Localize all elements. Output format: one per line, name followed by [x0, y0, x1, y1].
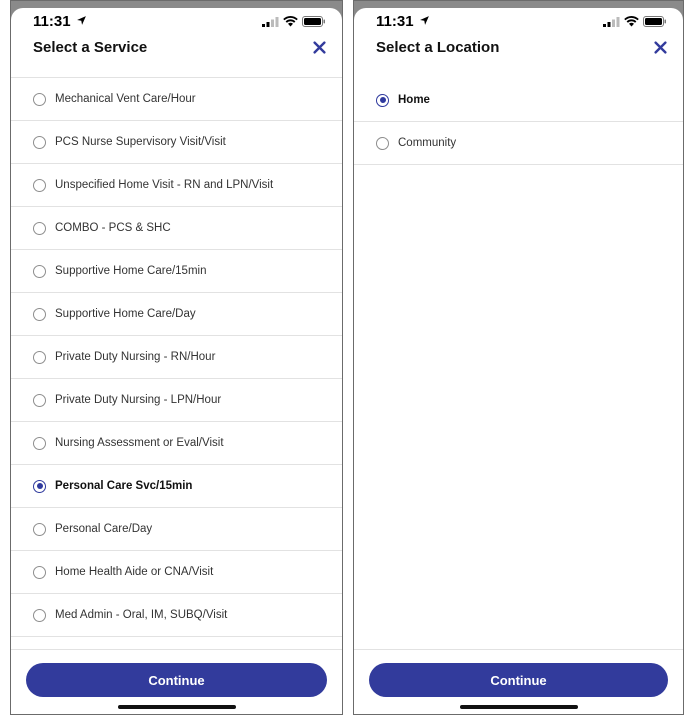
status-icons [603, 16, 667, 27]
service-option-label: Unspecified Home Visit - RN and LPN/Visi… [55, 179, 274, 191]
home-indicator [117, 705, 236, 709]
status-time: 11:31 [376, 13, 414, 30]
radio-icon[interactable] [376, 136, 389, 150]
radio-icon[interactable] [33, 565, 46, 579]
service-option-label: Med Admin - Oral, IM, SUBQ/Visit [55, 609, 228, 621]
service-option-label: Home Health Aide or CNA/Visit [55, 566, 214, 578]
service-option[interactable]: Med Admin - Oral, IM, SUBQ/Visit [11, 594, 342, 637]
wifi-icon [624, 16, 639, 27]
radio-icon[interactable] [33, 135, 46, 149]
service-option[interactable]: Personal Care/Day [11, 508, 342, 551]
status-icons [262, 16, 326, 27]
close-button[interactable] [308, 36, 330, 58]
close-icon [653, 40, 667, 54]
radio-icon[interactable] [33, 221, 46, 235]
radio-selected-icon[interactable] [33, 479, 46, 493]
service-option[interactable]: Unspecified Home Visit - RN and LPN/Visi… [11, 164, 342, 207]
service-option-label: Mechanical Vent Care/Hour [55, 93, 196, 105]
wifi-icon [283, 16, 298, 27]
radio-icon[interactable] [33, 608, 46, 622]
radio-icon[interactable] [33, 522, 46, 536]
close-icon [312, 40, 326, 54]
location-list: Home Community [354, 79, 683, 165]
service-list: Mechanical Vent Care/Hour PCS Nurse Super… [11, 66, 342, 637]
radio-icon[interactable] [33, 92, 46, 106]
service-option[interactable]: Supportive Home Care/Day [11, 293, 342, 336]
location-option[interactable]: Home [354, 79, 683, 122]
close-button[interactable] [649, 36, 671, 58]
service-option[interactable]: Home Health Aide or CNA/Visit [11, 551, 342, 594]
radio-icon[interactable] [33, 264, 46, 278]
battery-icon [302, 16, 325, 27]
radio-icon[interactable] [33, 178, 46, 192]
sheet-header: Select a Location [354, 30, 683, 66]
service-option[interactable]: Personal Care Svc/15min [11, 465, 342, 508]
battery-icon [643, 16, 666, 27]
radio-icon[interactable] [33, 436, 46, 450]
continue-button[interactable]: Continue [26, 663, 327, 697]
service-option-label: Personal Care Svc/15min [55, 480, 193, 492]
page-title: Select a Location [376, 39, 500, 56]
location-picker-screen: 11:31 Select a Location Home Community Co… [353, 0, 684, 715]
list-item-partial [11, 66, 342, 78]
radio-icon[interactable] [33, 350, 46, 364]
service-option[interactable]: Nursing Assessment or Eval/Visit [11, 422, 342, 465]
service-option-label: Supportive Home Care/Day [55, 308, 196, 320]
service-sheet: 11:31 Select a Service Mechanical Vent C… [11, 8, 342, 714]
sheet-header: Select a Service [11, 30, 342, 66]
service-picker-screen: 11:31 Select a Service Mechanical Vent C… [10, 0, 343, 715]
location-arrow-icon [77, 16, 86, 25]
location-option-label: Community [398, 137, 457, 149]
location-arrow-icon [420, 16, 429, 25]
status-bar: 11:31 [354, 8, 683, 30]
service-option-label: PCS Nurse Supervisory Visit/Visit [55, 136, 226, 148]
location-option-label: Home [398, 94, 430, 106]
service-option[interactable]: Supportive Home Care/15min [11, 250, 342, 293]
service-option[interactable]: Private Duty Nursing - RN/Hour [11, 336, 342, 379]
radio-icon[interactable] [33, 393, 46, 407]
page-title: Select a Service [33, 39, 148, 56]
service-option-label: Private Duty Nursing - LPN/Hour [55, 394, 222, 406]
home-indicator [459, 705, 578, 709]
service-option-label: COMBO - PCS & SHC [55, 222, 171, 234]
service-option[interactable]: Mechanical Vent Care/Hour [11, 78, 342, 121]
continue-button[interactable]: Continue [369, 663, 668, 697]
radio-icon[interactable] [33, 307, 46, 321]
signal-icon [603, 16, 620, 27]
service-option[interactable]: PCS Nurse Supervisory Visit/Visit [11, 121, 342, 164]
radio-selected-icon[interactable] [376, 93, 389, 107]
sheet-footer: Continue [11, 649, 342, 714]
location-sheet: 11:31 Select a Location Home Community Co… [354, 8, 683, 714]
status-time: 11:31 [33, 13, 71, 30]
status-bar: 11:31 [11, 8, 342, 30]
service-option-label: Personal Care/Day [55, 523, 153, 535]
signal-icon [262, 16, 279, 27]
service-option[interactable]: COMBO - PCS & SHC [11, 207, 342, 250]
service-option-label: Private Duty Nursing - RN/Hour [55, 351, 216, 363]
sheet-footer: Continue [354, 649, 683, 714]
service-option-label: Supportive Home Care/15min [55, 265, 207, 277]
location-option[interactable]: Community [354, 122, 683, 165]
service-option-label: Nursing Assessment or Eval/Visit [55, 437, 224, 449]
service-option[interactable]: Private Duty Nursing - LPN/Hour [11, 379, 342, 422]
